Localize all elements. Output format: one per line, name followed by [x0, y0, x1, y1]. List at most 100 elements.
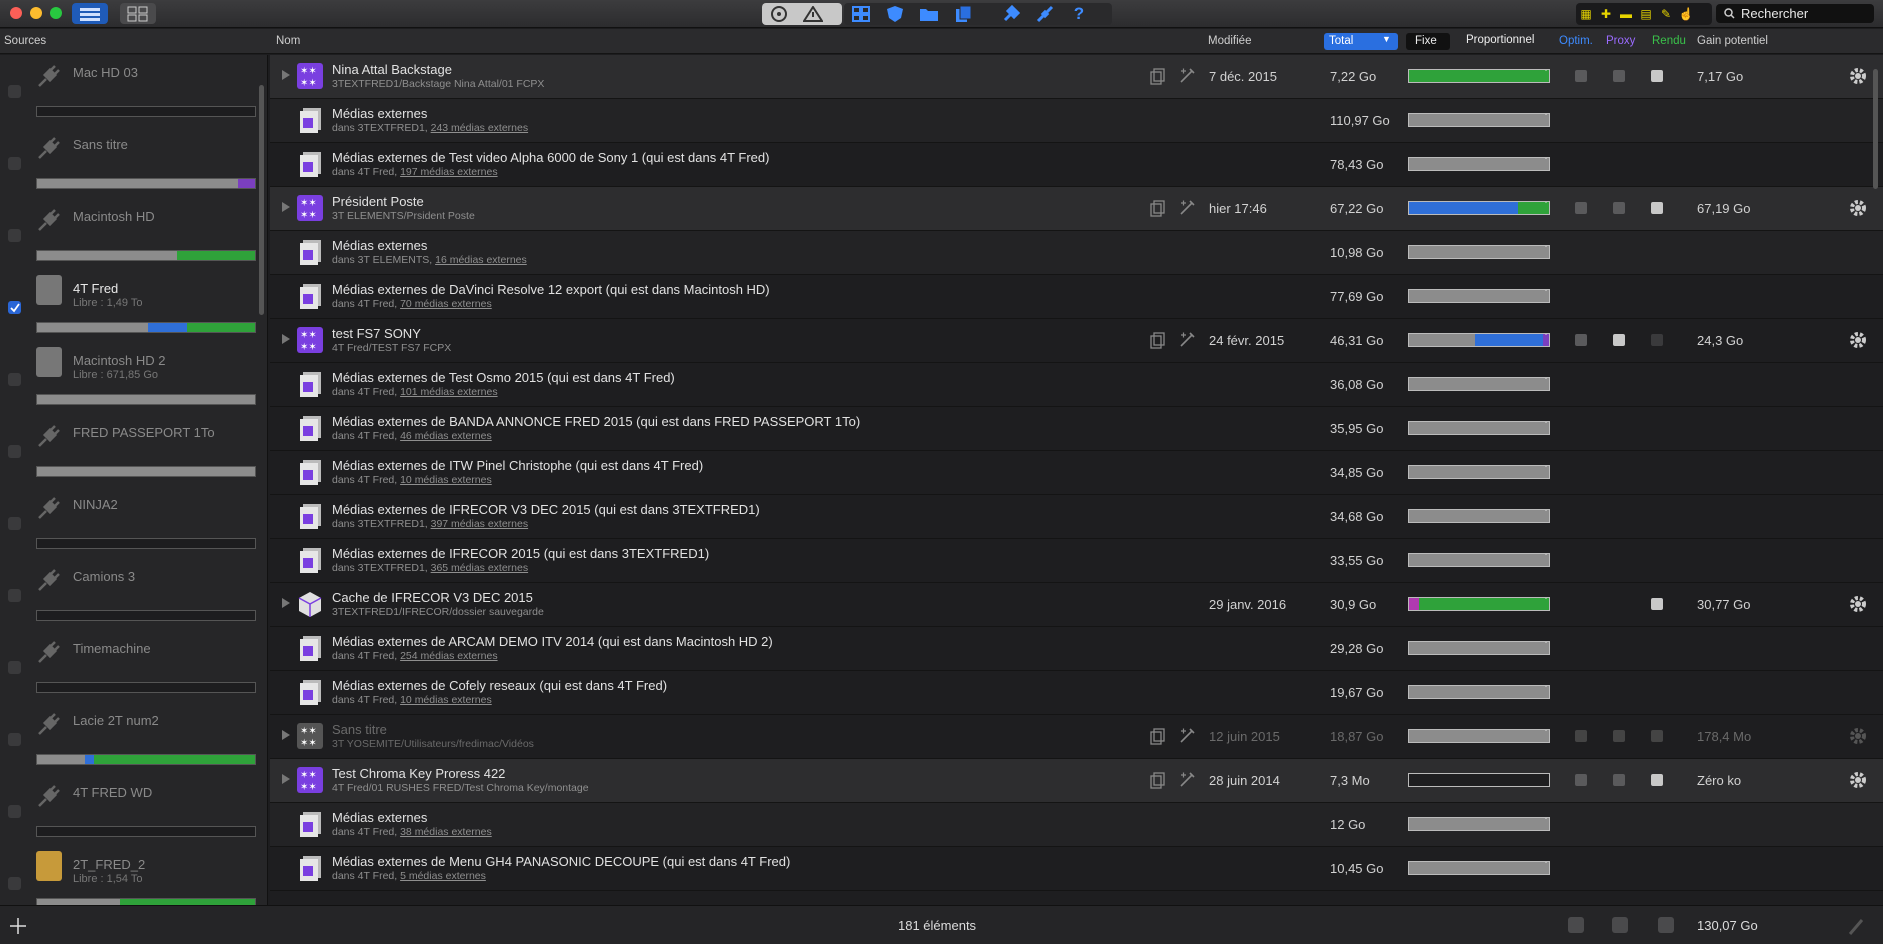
- library-row[interactable]: Médias externes de IFRECOR V3 DEC 2015 (…: [270, 495, 1883, 539]
- optim-checkbox[interactable]: [1575, 774, 1587, 786]
- proportionnel-toggle[interactable]: Proportionnel: [1466, 34, 1534, 46]
- share-icon[interactable]: [1148, 771, 1166, 789]
- library-row[interactable]: Médias externes dans 3TEXTFRED1, 243 médi…: [270, 99, 1883, 143]
- external-media-link[interactable]: 243 médias externes: [431, 122, 528, 134]
- external-media-link[interactable]: 10 médias externes: [400, 474, 492, 486]
- library-row[interactable]: ✶✶ ✶✶ test FS7 SONY 4T Fred/TEST FS7 FCPX 24…: [270, 319, 1883, 363]
- source-item[interactable]: 2T_FRED_2 Libre : 1,54 To: [0, 847, 262, 905]
- source-item[interactable]: FRED PASSEPORT 1To: [0, 415, 262, 487]
- proxy-checkbox[interactable]: [1613, 334, 1625, 346]
- source-checkbox[interactable]: [8, 733, 21, 746]
- clean-button[interactable]: [1846, 916, 1866, 936]
- library-row[interactable]: ✶✶ ✶✶ Nina Attal Backstage 3TEXTFRED1/Backs…: [270, 55, 1883, 99]
- gear-icon[interactable]: [1848, 770, 1868, 790]
- source-item[interactable]: Macintosh HD: [0, 199, 262, 271]
- gear-icon[interactable]: [1848, 330, 1868, 350]
- source-checkbox[interactable]: [8, 589, 21, 602]
- library-row[interactable]: ✶✶ ✶✶ Sans titre 3T YOSEMITE/Utilisateurs/f…: [270, 715, 1883, 759]
- library-row[interactable]: Médias externes dans 3T ELEMENTS, 16 médi…: [270, 231, 1883, 275]
- clapper-filter-button[interactable]: ▬: [1616, 5, 1636, 23]
- library-row[interactable]: ✶✶ ✶✶ Président Poste 3T ELEMENTS/Prsident …: [270, 187, 1883, 231]
- name-column-header[interactable]: Nom: [276, 35, 300, 47]
- external-media-link[interactable]: 397 médias externes: [431, 518, 528, 530]
- library-row[interactable]: Médias externes de Menu GH4 PANASONIC DE…: [270, 847, 1883, 891]
- help-button[interactable]: ?: [1062, 3, 1096, 25]
- library-row[interactable]: Médias externes de Test video Alpha 6000…: [270, 143, 1883, 187]
- thumb-filter-button[interactable]: ☝: [1676, 5, 1696, 23]
- external-media-link[interactable]: 46 médias externes: [400, 430, 492, 442]
- proxy-checkbox[interactable]: [1613, 730, 1625, 742]
- rendu-checkbox[interactable]: [1651, 70, 1663, 82]
- pencil-filter-button[interactable]: ✎: [1656, 5, 1676, 23]
- source-item[interactable]: NINJA2: [0, 487, 262, 559]
- share-icon[interactable]: [1148, 727, 1166, 745]
- gear-icon[interactable]: [1848, 594, 1868, 614]
- disclosure-triangle-icon[interactable]: [282, 598, 290, 608]
- warning-filter-button[interactable]: [796, 3, 830, 25]
- library-row[interactable]: Cache de IFRECOR V3 DEC 2015 3TEXTFRED1/I…: [270, 583, 1883, 627]
- disclosure-triangle-icon[interactable]: [282, 70, 290, 80]
- external-media-link[interactable]: 5 médias externes: [400, 870, 486, 882]
- source-checkbox[interactable]: [8, 445, 21, 458]
- grid-tool-button[interactable]: [844, 3, 878, 25]
- external-media-link[interactable]: 16 médias externes: [435, 254, 527, 266]
- source-item[interactable]: 4T FRED WD: [0, 775, 262, 847]
- add-source-button[interactable]: [8, 916, 28, 936]
- source-item[interactable]: Sans titre: [0, 127, 262, 199]
- source-checkbox[interactable]: [8, 805, 21, 818]
- external-media-link[interactable]: 254 médias externes: [400, 650, 497, 662]
- source-checkbox[interactable]: [8, 157, 21, 170]
- rendu-checkbox[interactable]: [1651, 334, 1663, 346]
- shield-tool-button[interactable]: [878, 3, 912, 25]
- library-row[interactable]: Médias externes de ARCAM DEMO ITV 2014 (…: [270, 627, 1883, 671]
- list-scrollbar[interactable]: [1873, 69, 1878, 189]
- rendu-total-checkbox[interactable]: [1658, 917, 1674, 933]
- external-media-link[interactable]: 38 médias externes: [400, 826, 492, 838]
- share-icon[interactable]: [1148, 67, 1166, 85]
- library-row[interactable]: Médias externes de BANDA ANNONCE FRED 20…: [270, 407, 1883, 451]
- disclosure-triangle-icon[interactable]: [282, 774, 290, 784]
- optim-checkbox[interactable]: [1575, 334, 1587, 346]
- external-media-link[interactable]: 101 médias externes: [400, 386, 497, 398]
- gear-icon[interactable]: [1848, 198, 1868, 218]
- disclosure-triangle-icon[interactable]: [282, 202, 290, 212]
- gain-column-header[interactable]: Gain potentiel: [1697, 35, 1768, 47]
- source-item[interactable]: Timemachine: [0, 631, 262, 703]
- optim-total-checkbox[interactable]: [1568, 917, 1584, 933]
- library-row[interactable]: Médias externes de IFRECOR 2015 (qui est…: [270, 539, 1883, 583]
- source-checkbox[interactable]: [8, 517, 21, 530]
- fixe-toggle[interactable]: Fixe: [1406, 33, 1450, 50]
- tool-icon[interactable]: [1178, 331, 1196, 349]
- rendu-checkbox[interactable]: [1651, 598, 1663, 610]
- rendu-checkbox[interactable]: [1651, 774, 1663, 786]
- close-window-button[interactable]: [10, 7, 22, 19]
- library-row[interactable]: ✶✶ ✶✶ Test Chroma Key Proress 422 4T Fred/0…: [270, 759, 1883, 803]
- library-row[interactable]: Médias externes de ITW Pinel Christophe …: [270, 451, 1883, 495]
- optim-checkbox[interactable]: [1575, 730, 1587, 742]
- external-media-link[interactable]: 70 médias externes: [400, 298, 492, 310]
- source-checkbox[interactable]: [8, 301, 21, 314]
- source-item[interactable]: Camions 3: [0, 559, 262, 631]
- zoom-window-button[interactable]: [50, 7, 62, 19]
- add-filter-button[interactable]: ✚: [1596, 5, 1616, 23]
- external-media-link[interactable]: 10 médias externes: [400, 694, 492, 706]
- library-filter-button[interactable]: ▦: [1576, 5, 1596, 23]
- optim-checkbox[interactable]: [1575, 202, 1587, 214]
- modified-column-header[interactable]: Modifiée: [1208, 35, 1251, 47]
- share-icon[interactable]: [1148, 331, 1166, 349]
- library-row[interactable]: Médias externes dans 4T Fred, 38 médias e…: [270, 803, 1883, 847]
- source-checkbox[interactable]: [8, 373, 21, 386]
- source-checkbox[interactable]: [8, 229, 21, 242]
- gear-icon[interactable]: [1848, 66, 1868, 86]
- minimize-window-button[interactable]: [30, 7, 42, 19]
- folder-tool-button[interactable]: [912, 3, 946, 25]
- proxy-checkbox[interactable]: [1613, 70, 1625, 82]
- source-item[interactable]: Lacie 2T num2: [0, 703, 262, 775]
- film-strip-filter-button[interactable]: ▤: [1636, 5, 1656, 23]
- list-view-button[interactable]: [72, 3, 108, 24]
- pencil-icon[interactable]: [1178, 727, 1196, 745]
- copy-tool-button[interactable]: [946, 3, 980, 25]
- disclosure-triangle-icon[interactable]: [282, 730, 290, 740]
- source-item[interactable]: Macintosh HD 2 Libre : 671,85 Go: [0, 343, 262, 415]
- proxy-checkbox[interactable]: [1613, 774, 1625, 786]
